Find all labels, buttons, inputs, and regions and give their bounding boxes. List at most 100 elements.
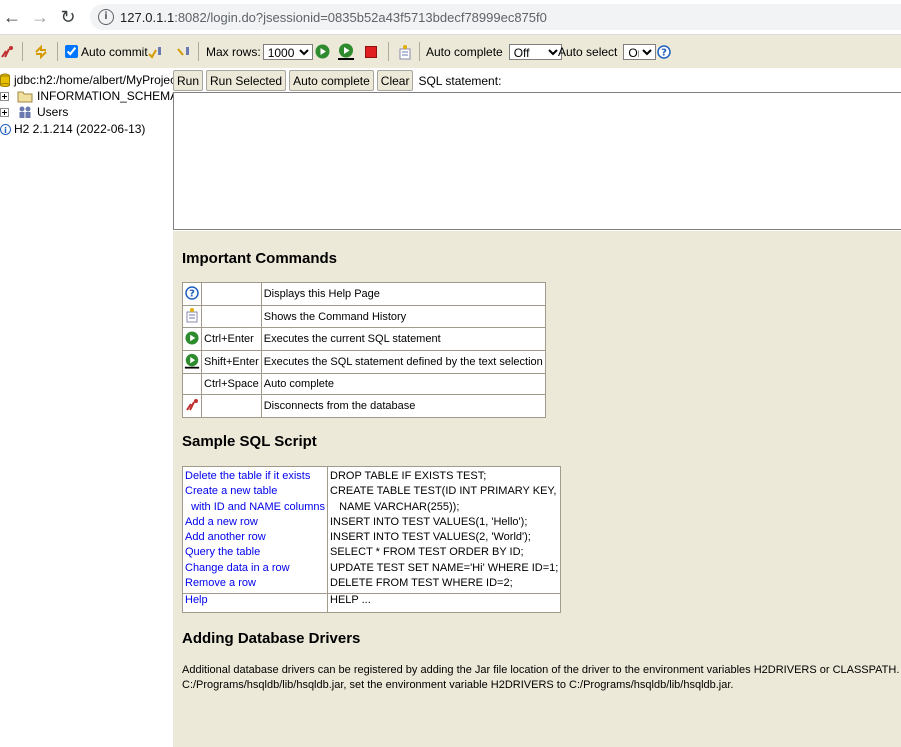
database-tree: jdbc:h2:/home/albert/MyProjects/ INFORMA… xyxy=(0,69,173,747)
sample-links-cell: Delete the table if it exists Create a n… xyxy=(182,465,328,595)
svg-text:i: i xyxy=(4,126,7,135)
reload-icon[interactable]: ↻ xyxy=(57,6,79,28)
auto-select-label: Auto select xyxy=(558,44,618,59)
database-icon xyxy=(0,73,10,87)
clear-button[interactable]: Clear xyxy=(376,70,414,91)
help-link[interactable]: Help xyxy=(185,594,208,606)
sample-sql-cell: DROP TABLE IF EXISTS TEST; CREATE TABLE … xyxy=(326,465,562,595)
stop-icon[interactable] xyxy=(364,35,378,68)
run-selected-icon xyxy=(182,350,202,374)
tree-connection[interactable]: jdbc:h2:/home/albert/MyProjects/ xyxy=(0,72,173,88)
sample-link-delete[interactable]: Remove a row xyxy=(185,576,325,591)
sample-link-insert-2[interactable]: Add another row xyxy=(185,530,325,545)
table-row: Disconnects from the database xyxy=(182,394,546,418)
run-icon xyxy=(182,327,202,351)
refresh-icon[interactable] xyxy=(33,35,49,68)
auto-select-select[interactable]: On xyxy=(623,43,657,60)
help-panel: Important Commands ? Displays this Help … xyxy=(173,231,901,747)
sample-sql-table: Delete the table if it exists Create a n… xyxy=(182,465,562,614)
command-description: Disconnects from the database xyxy=(260,394,546,418)
table-row: Help HELP ... xyxy=(182,593,562,614)
table-row: Delete the table if it exists Create a n… xyxy=(182,465,562,595)
shortcut-key xyxy=(201,305,262,328)
shortcut-key: Ctrl+Space xyxy=(201,373,262,395)
sample-link-select[interactable]: Query the table xyxy=(185,545,325,560)
auto-complete-select[interactable]: Off xyxy=(508,43,562,60)
help-sql: HELP ... xyxy=(326,593,562,614)
sample-link-update[interactable]: Change data in a row xyxy=(185,561,325,576)
history-icon xyxy=(182,305,202,328)
tree-version: i H2 2.1.214 (2022-06-13) xyxy=(0,121,145,137)
query-bar: Run Run Selected Auto complete Clear SQL… xyxy=(173,69,901,92)
shortcut-key xyxy=(201,282,262,306)
sql-line: DROP TABLE IF EXISTS TEST; xyxy=(330,470,487,482)
command-description: Auto complete xyxy=(260,373,546,395)
auto-commit-checkbox[interactable] xyxy=(65,45,78,58)
url-text[interactable]: 127.0.1.1:8082/login.do?jsessionid=0835b… xyxy=(120,10,547,25)
sql-line: CREATE TABLE TEST(ID INT PRIMARY KEY, xyxy=(330,485,557,498)
sql-statement-label: SQL statement: xyxy=(418,73,502,88)
svg-text:?: ? xyxy=(189,288,195,299)
disconnect-icon xyxy=(182,394,202,418)
help-icon: ? xyxy=(182,282,202,306)
max-rows-select[interactable]: 1000 xyxy=(262,43,313,60)
arrow-right-icon[interactable]: → xyxy=(29,6,51,28)
run-selected-button[interactable]: Run Selected xyxy=(206,70,287,91)
table-row: Shows the Command History xyxy=(182,305,546,328)
disconnect-icon[interactable] xyxy=(0,35,14,68)
sample-link-insert-1[interactable]: Add a new row xyxy=(185,515,325,530)
shortcut-key: Ctrl+Enter xyxy=(201,327,262,351)
run-icon[interactable] xyxy=(315,35,330,68)
shortcut-key xyxy=(201,394,262,418)
expand-icon[interactable] xyxy=(0,91,9,101)
run-selected-icon[interactable] xyxy=(337,35,355,68)
command-description: Executes the current SQL statement xyxy=(260,327,546,351)
command-description: Executes the SQL statement defined by th… xyxy=(260,350,546,374)
auto-complete-button[interactable]: Auto complete xyxy=(289,70,374,91)
sql-line: INSERT INTO TEST VALUES(1, 'Hello'); xyxy=(330,515,528,528)
rollback-icon[interactable] xyxy=(175,35,191,68)
tree-item-information-schema[interactable]: INFORMATION_SCHEMA xyxy=(0,88,173,104)
url-host: 127.0.1.1 xyxy=(120,10,175,25)
sample-link-create-columns[interactable]: with ID and NAME columns xyxy=(185,500,325,515)
auto-commit-toggle[interactable]: Auto commit xyxy=(65,35,148,68)
max-rows-control: Max rows: 1000 xyxy=(206,35,315,68)
svg-text:?: ? xyxy=(661,47,667,58)
table-row: Ctrl+Space Auto complete xyxy=(182,373,546,395)
users-icon xyxy=(19,106,31,118)
auto-complete-control: Auto complete Off xyxy=(426,35,564,68)
connection-url[interactable]: jdbc:h2:/home/albert/MyProjects/ xyxy=(14,73,173,87)
tree-item-label[interactable]: INFORMATION_SCHEMA xyxy=(37,89,173,103)
run-button[interactable]: Run xyxy=(173,70,204,91)
sql-line: UPDATE TEST SET NAME='Hi' WHERE ID=1; xyxy=(330,561,559,574)
auto-select-control: Auto select On xyxy=(558,35,658,68)
h2-version: H2 2.1.214 (2022-06-13) xyxy=(14,122,146,136)
important-commands-title: Important Commands xyxy=(182,250,338,267)
arrow-left-icon[interactable]: ← xyxy=(1,6,23,28)
sql-editor[interactable] xyxy=(173,92,901,230)
drivers-description: Additional database drivers can be regis… xyxy=(182,663,901,693)
sample-link-create[interactable]: Create a new table xyxy=(185,484,325,499)
max-rows-label: Max rows: xyxy=(206,44,261,59)
info-icon: i xyxy=(0,123,11,135)
url-path: :8082/login.do?jsessionid=0835b52a43f571… xyxy=(174,10,547,25)
commit-icon[interactable] xyxy=(147,35,163,68)
expand-icon[interactable] xyxy=(0,107,9,117)
drivers-text-line: C:/Programs/hsqldb/lib/hsqldb.jar, set t… xyxy=(182,679,734,691)
h2-toolbar: Auto commit Max rows: 1000 Auto complete… xyxy=(0,35,901,69)
shortcut-key: Shift+Enter xyxy=(201,350,262,374)
tree-item-label[interactable]: Users xyxy=(37,105,68,119)
commands-table: ? Displays this Help Page Shows the Comm… xyxy=(182,282,546,418)
address-bar[interactable]: i 127.0.1.1:8082/login.do?jsessionid=083… xyxy=(90,4,901,30)
command-description: Shows the Command History xyxy=(260,305,546,328)
sample-link-drop[interactable]: Delete the table if it exists xyxy=(185,469,325,484)
sql-line: DELETE FROM TEST WHERE ID=2; xyxy=(330,577,513,590)
site-info-icon[interactable]: i xyxy=(98,9,114,25)
sample-sql-title: Sample SQL Script xyxy=(182,433,317,450)
history-icon[interactable] xyxy=(398,35,412,68)
help-icon[interactable]: ? xyxy=(657,35,671,68)
table-row: ? Displays this Help Page xyxy=(182,282,546,306)
auto-commit-label[interactable]: Auto commit xyxy=(81,45,148,59)
tree-item-users[interactable]: Users xyxy=(0,104,68,120)
drivers-text-line: Additional database drivers can be regis… xyxy=(182,664,901,676)
